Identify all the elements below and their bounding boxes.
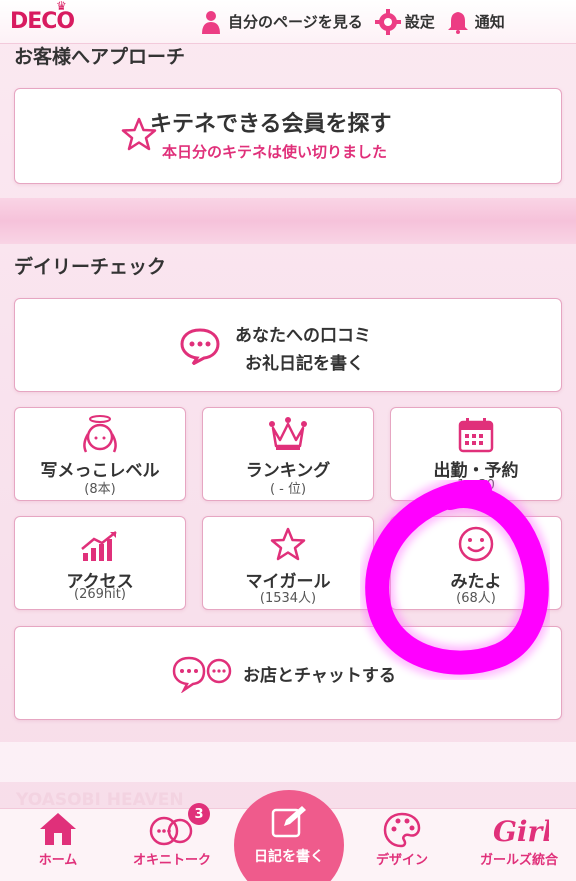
settings-link[interactable]: 設定 (374, 8, 435, 35)
home-icon (20, 811, 96, 849)
review-diary-button[interactable]: あなたへの口コミ お礼日記を書く (14, 298, 562, 392)
mypage-link[interactable]: 自分のページを見る (200, 10, 363, 34)
edit-icon (270, 804, 308, 844)
review-line2: お礼日記を書く (245, 354, 364, 374)
chat-bubble-icon (179, 327, 221, 369)
tile-photo-level[interactable]: 写メっこレベル (8本) (14, 407, 186, 501)
tile-sub: (1534人) (259, 591, 317, 606)
tile-sub: (269hit) (74, 587, 126, 602)
crown-icon: ♛ (56, 0, 67, 13)
svg-text:Girls: Girls (493, 815, 549, 848)
gear-icon (374, 8, 401, 35)
palette-icon (352, 811, 452, 849)
bell-icon (447, 10, 469, 34)
chat-bubbles-icon (171, 655, 233, 697)
approach-title: お客様へアプローチ (14, 46, 186, 68)
kitene-sub-label: 本日分のキテネは使い切りました (162, 143, 388, 161)
review-line1: あなたへの口コミ (235, 326, 371, 346)
footer-bg-text: YOASOBI HEAVEN (16, 790, 184, 810)
girls-logo-icon: Girls (466, 811, 572, 849)
nav-girls[interactable]: Girls ガールズ統合 (466, 811, 572, 868)
divider-band (0, 742, 576, 782)
notification-badge: 3 (188, 803, 210, 825)
crown-icon (268, 416, 308, 456)
nav-home[interactable]: ホーム (20, 811, 96, 868)
kitene-main-label: キテネできる会員を探す (150, 112, 392, 137)
write-diary-button[interactable]: 日記を書く (234, 790, 344, 881)
tile-sub: (8本) (84, 482, 116, 497)
tile-access[interactable]: アクセス (269hit) (14, 516, 186, 610)
tile-my-girl[interactable]: マイガール (1534人) (202, 516, 374, 610)
daily-title: デイリーチェック (14, 256, 167, 278)
star-icon (270, 527, 306, 565)
notice-link[interactable]: 通知 (447, 10, 505, 34)
chat-icon: 3 (122, 803, 222, 849)
logo[interactable]: DECO ♛ (10, 0, 80, 34)
tile-ranking[interactable]: ランキング ( - 位) (202, 407, 374, 501)
bar-chart-icon (80, 529, 120, 567)
nav-design[interactable]: デザイン (352, 811, 452, 868)
annotation-circle (360, 480, 550, 680)
tile-sub: ( - 位) (269, 482, 307, 497)
divider-band (0, 198, 576, 244)
nav-okini-talk[interactable]: 3 オキニトーク (122, 803, 222, 868)
top-header: DECO ♛ 自分のページを見る 設定 通知 (0, 0, 576, 44)
person-icon (200, 10, 222, 34)
calendar-icon (457, 416, 495, 458)
angel-girl-icon (78, 414, 122, 458)
